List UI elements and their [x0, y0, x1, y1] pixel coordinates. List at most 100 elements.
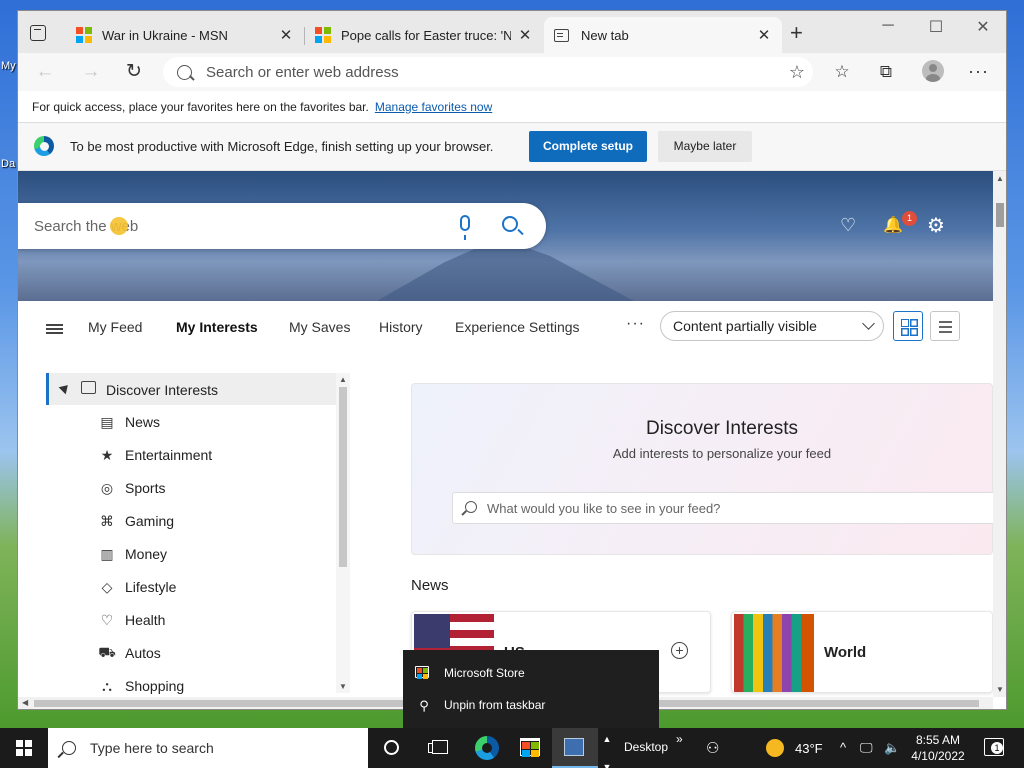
complete-setup-button[interactable]: Complete setup	[529, 131, 647, 162]
notification-badge: 1	[902, 211, 917, 226]
edge-logo-icon	[475, 736, 499, 760]
grid-view-button[interactable]	[893, 311, 923, 341]
tab-actions-icon[interactable]	[30, 25, 46, 41]
collapse-triangle-icon[interactable]	[58, 381, 72, 395]
web-search-box[interactable]: Search the web	[18, 203, 546, 249]
cursor-highlight	[110, 217, 128, 235]
sidebar-item-entertainment[interactable]: ★ Entertainment	[98, 443, 212, 467]
sidebar-item-shopping[interactable]: ⛬ Shopping	[98, 674, 184, 697]
shopping-icon: ⛬	[102, 677, 112, 694]
back-button[interactable]: ←	[32, 59, 58, 85]
people-icon[interactable]: ⚇	[706, 739, 719, 757]
microphone-icon[interactable]	[460, 215, 470, 240]
notifications-bell-icon[interactable]: 🔔	[883, 215, 903, 235]
maximize-button[interactable]: ☐	[916, 17, 956, 37]
minimize-button[interactable]: ─	[868, 17, 908, 35]
add-favorite-icon[interactable]: ☆	[789, 62, 805, 83]
toolbar-expand-icon[interactable]: »	[676, 732, 683, 746]
sidebar-item-health[interactable]: ♡ Health	[98, 608, 166, 632]
sidebar-item-sports[interactable]: ◎ Sports	[98, 476, 166, 500]
scrollbar-thumb[interactable]	[339, 387, 347, 567]
sidebar-item-lifestyle[interactable]: ◇ Lifestyle	[98, 575, 177, 599]
close-tab-icon[interactable]: ✕	[517, 26, 533, 44]
taskbar-app-edge[interactable]	[464, 728, 510, 768]
discover-icon	[81, 381, 96, 394]
discover-subtitle: Add interests to personalize your feed	[612, 446, 832, 461]
close-window-button[interactable]: ✕	[963, 17, 1003, 37]
scroll-left-arrow-icon[interactable]: ◀	[22, 698, 28, 707]
network-icon[interactable]: 🖵	[860, 740, 873, 756]
scroll-up-arrow-icon[interactable]: ▲	[996, 174, 1004, 183]
scroll-up-arrow-icon[interactable]: ▲	[339, 375, 347, 384]
scroll-down-arrow-icon[interactable]: ▼	[996, 685, 1004, 694]
jump-list-item-microsoft-store[interactable]: Microsoft Store	[403, 658, 659, 688]
new-tab-page-icon	[554, 28, 569, 42]
tab-new-tab[interactable]: New tab ✕	[544, 17, 782, 53]
rewards-icon[interactable]: ♡	[840, 215, 856, 236]
sidebar-item-gaming[interactable]: ⌘ Gaming	[98, 509, 174, 533]
desktop-icon-label[interactable]: My	[1, 60, 16, 72]
hero-background: Search the web ♡ 🔔 1 ⚙	[18, 171, 993, 346]
nav-more-button[interactable]: ···	[626, 315, 645, 333]
search-icon[interactable]	[502, 216, 518, 232]
cortana-button[interactable]	[370, 728, 416, 768]
nav-my-saves[interactable]: My Saves	[289, 319, 350, 335]
favorites-icon[interactable]: ☆	[831, 62, 853, 84]
jump-list-item-unpin[interactable]: ⚲ Unpin from taskbar	[403, 690, 659, 720]
page-vertical-scrollbar[interactable]: ▲ ▼	[993, 171, 1006, 697]
add-interest-icon[interactable]: +	[671, 642, 688, 659]
refresh-button[interactable]: ↻	[121, 59, 147, 85]
browser-toolbar: ← → ↻ Search or enter web address ☆ ☆ ⧉ …	[18, 53, 1006, 91]
nav-my-interests[interactable]: My Interests	[176, 319, 258, 335]
tab-pope-easter-truce[interactable]: Pope calls for Easter truce: 'No v ✕	[305, 17, 543, 53]
weather-temperature[interactable]: 43°F	[795, 741, 823, 756]
jump-list-label: Microsoft Store	[444, 666, 525, 680]
tab-title: New tab	[581, 27, 629, 43]
nav-my-feed[interactable]: My Feed	[88, 319, 142, 335]
taskbar-jump-list: Microsoft Store ⚲ Unpin from taskbar	[403, 650, 659, 728]
scrollbar-thumb[interactable]	[996, 203, 1004, 227]
content-visibility-dropdown[interactable]: Content partially visible	[660, 311, 884, 341]
scroll-down-arrow-icon[interactable]: ▼	[339, 682, 347, 691]
close-tab-icon[interactable]: ✕	[756, 26, 772, 44]
nav-history[interactable]: History	[379, 319, 423, 335]
forward-button[interactable]: →	[78, 59, 104, 85]
task-view-button[interactable]	[418, 728, 464, 768]
interests-search-input[interactable]: What would you like to see in your feed?	[452, 492, 993, 524]
settings-more-button[interactable]: ···	[968, 61, 989, 82]
volume-icon[interactable]: 🔈	[884, 740, 900, 756]
address-bar[interactable]: Search or enter web address ☆	[163, 57, 813, 87]
tab-war-in-ukraine[interactable]: War in Ukraine - MSN ✕	[66, 17, 304, 53]
sidebar-scrollbar[interactable]: ▲ ▼	[336, 373, 350, 693]
nav-experience-settings[interactable]: Experience Settings	[455, 319, 580, 335]
new-tab-button[interactable]: +	[790, 22, 803, 44]
taskbar-app-active[interactable]	[552, 728, 598, 768]
news-card-world[interactable]: World	[731, 611, 993, 693]
sidebar-item-discover-interests[interactable]: Discover Interests	[46, 373, 336, 405]
list-view-button[interactable]	[930, 311, 960, 341]
sidebar-item-autos[interactable]: ⛟ Autos	[98, 641, 161, 665]
system-clock[interactable]: 8:55 AM 4/10/2022	[908, 732, 968, 764]
sidebar-header-label: Discover Interests	[106, 382, 219, 398]
weather-sun-icon[interactable]	[766, 739, 784, 757]
page-settings-gear-icon[interactable]: ⚙	[927, 213, 945, 238]
start-button[interactable]	[0, 728, 48, 768]
action-center-button[interactable]: 1	[984, 738, 1004, 756]
collections-icon[interactable]: ⧉	[875, 62, 897, 84]
manage-favorites-link[interactable]: Manage favorites now	[375, 100, 492, 114]
sidebar-item-money[interactable]: ▥ Money	[98, 542, 167, 566]
show-hidden-icons-chevron-icon[interactable]: ^	[840, 740, 846, 755]
taskbar-overflow-arrows[interactable]: ▲ ▼	[600, 728, 614, 768]
desktop-toolbar-label[interactable]: Desktop	[624, 740, 668, 754]
profile-avatar[interactable]	[922, 60, 944, 82]
sidebar-item-news[interactable]: ▤ News	[98, 410, 160, 434]
sidebar-item-label: Shopping	[125, 678, 185, 694]
microsoft-store-icon	[415, 666, 429, 679]
close-tab-icon[interactable]: ✕	[278, 26, 294, 44]
taskbar-app-microsoft-store[interactable]	[508, 728, 554, 768]
favorites-bar-hint: For quick access, place your favorites h…	[32, 99, 369, 114]
taskbar-search-box[interactable]: Type here to search	[48, 728, 368, 768]
hamburger-menu-icon[interactable]	[46, 324, 63, 326]
desktop-icon-label[interactable]: Da	[1, 158, 15, 170]
maybe-later-button[interactable]: Maybe later	[658, 131, 752, 162]
